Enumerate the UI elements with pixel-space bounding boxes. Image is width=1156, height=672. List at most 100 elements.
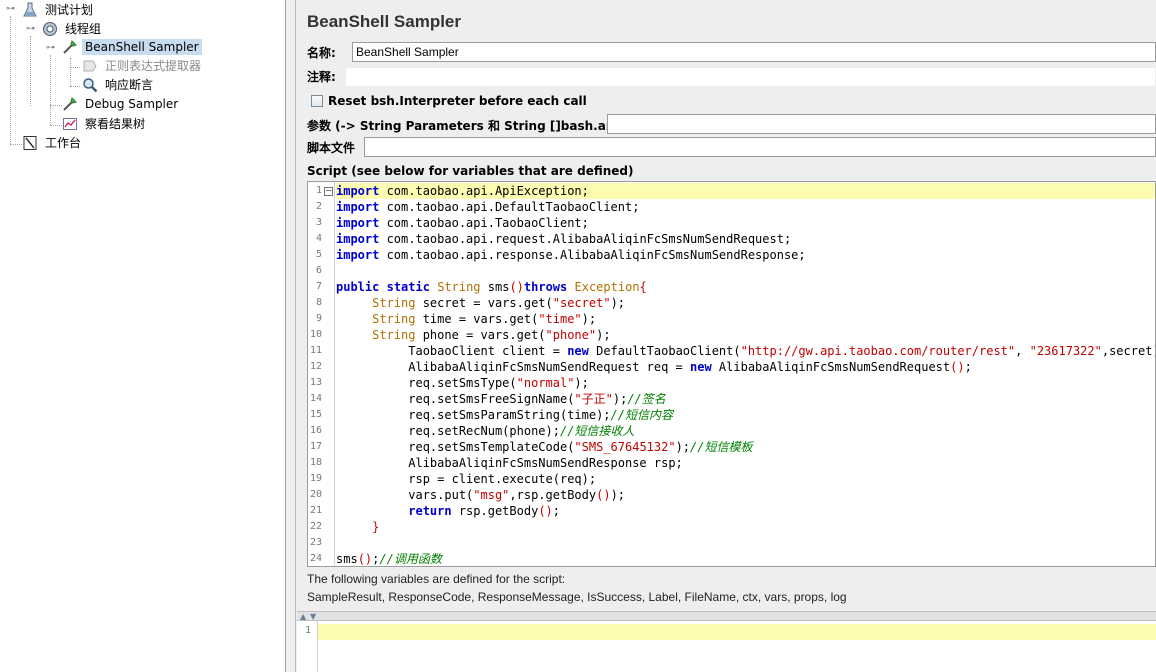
reset-interpreter-label: Reset bsh.Interpreter before each call <box>328 94 587 108</box>
code-token: import <box>336 248 380 262</box>
script-file-label: 脚本文件 <box>307 140 356 155</box>
code-token: AlibabaAliqinFcSmsNumSendRequest req = <box>336 360 691 374</box>
tree-item-regex-extractor[interactable]: 正则表达式提取器 <box>82 57 204 75</box>
line-number-gutter: 1−2 3 4 5 6 7 8 9 10 11 12 13 14 15 16 17 18 19 20 21 22 23 24 <box>308 182 335 566</box>
collapse-up-icon[interactable]: ▲ <box>300 612 306 621</box>
code-token: ); <box>596 328 611 342</box>
comment-row: 注释: <box>307 65 336 87</box>
line-number: 3 <box>315 217 322 228</box>
tree-item-label: BeanShell Sampler <box>82 39 202 55</box>
tree-item-beanshell-sampler[interactable]: BeanShell Sampler <box>62 38 202 56</box>
tree-item-test-plan[interactable]: 测试计划 <box>22 1 96 19</box>
current-line-highlight <box>318 624 1156 640</box>
line-number: 8 <box>315 297 322 308</box>
name-input[interactable]: BeanShell Sampler <box>352 42 1156 62</box>
line-number: 4 <box>315 233 322 244</box>
code-token: req.setSmsTemplateCode( <box>336 440 575 454</box>
code-token: ); <box>675 440 691 454</box>
name-label: 名称: <box>307 45 336 60</box>
code-token: AlibabaAliqinFcSmsNumSendRequest <box>711 360 951 374</box>
code-token: "23617322" <box>1029 344 1102 358</box>
code-line: req.setSmsType("normal"); <box>336 375 1155 391</box>
line-number: 18 <box>309 457 322 468</box>
code-line: return rsp.getBody(); <box>336 503 1155 519</box>
tree-connector <box>10 144 22 145</box>
expand-toggle-icon[interactable]: ⊶ <box>46 44 55 53</box>
code-token: AlibabaAliqinFcSmsNumSendResponse rsp; <box>336 456 683 470</box>
expand-toggle-icon[interactable]: ⊶ <box>6 5 15 14</box>
code-line: String phone = vars.get("phone"); <box>336 327 1155 343</box>
tree-item-workbench[interactable]: 工作台 <box>22 134 84 152</box>
code-line: String secret = vars.get("secret"); <box>336 295 1155 311</box>
code-token: String <box>372 312 416 326</box>
test-plan-tree[interactable]: ⊶ ⊶ ⊶ 测试计划 线程组 BeanShell Sampler 正则表达式提取… <box>0 0 286 672</box>
code-token: throws <box>523 280 568 294</box>
code-token: time = vars.get( <box>415 312 539 326</box>
parameters-input[interactable] <box>607 114 1156 134</box>
comment-input[interactable] <box>345 67 1156 87</box>
code-token: DefaultTaobaoClient( <box>588 344 741 358</box>
comment-label: 注释: <box>307 69 336 84</box>
tree-item-label: 线程组 <box>65 22 102 36</box>
code-token: ); <box>610 296 626 310</box>
page-title: BeanShell Sampler <box>307 12 462 31</box>
line-number: 20 <box>309 489 322 500</box>
code-line: import com.taobao.api.response.AlibabaAl… <box>336 247 1155 263</box>
parameters-label: 参数 (-> String Parameters 和 String []bash… <box>307 118 633 133</box>
code-token: ,rsp.getBody <box>509 488 597 502</box>
tree-item-response-assertion[interactable]: 响应断言 <box>82 76 156 94</box>
code-token: ; <box>964 360 972 374</box>
tree-connector <box>10 16 11 144</box>
tree-item-view-results-tree[interactable]: 察看结果树 <box>62 115 148 133</box>
code-line: import com.taobao.api.TaobaoClient; <box>336 215 1155 231</box>
tree-item-debug-sampler[interactable]: Debug Sampler <box>62 95 181 113</box>
reset-interpreter-checkbox[interactable] <box>311 95 323 107</box>
line-number: 5 <box>315 249 322 260</box>
script-editor[interactable]: 1−2 3 4 5 6 7 8 9 10 11 12 13 14 15 16 17 18 19 20 21 22 23 24… <box>307 181 1156 567</box>
code-line: import com.taobao.api.ApiException; <box>336 183 1155 199</box>
reset-interpreter-row[interactable]: Reset bsh.Interpreter before each call <box>311 90 587 112</box>
pane-splitter[interactable] <box>286 0 296 672</box>
line-number: 12 <box>309 361 322 372</box>
code-line: req.setSmsFreeSignName("子正");//签名 <box>336 391 1155 407</box>
sampler-icon <box>62 39 78 55</box>
code-token: "normal" <box>516 376 575 390</box>
code-token: ,secret); <box>1101 344 1155 358</box>
tree-item-thread-group[interactable]: 线程组 <box>42 20 104 38</box>
script-file-row: 脚本文件 <box>307 136 355 158</box>
code-token: com.taobao.api.DefaultTaobaoClient; <box>379 200 640 214</box>
code-token: Exception <box>574 280 640 294</box>
line-number: 1 <box>304 625 311 636</box>
split-divider[interactable]: ▲ ▼ <box>297 611 1156 621</box>
output-editor[interactable]: 1 <box>297 621 1156 672</box>
code-token: String <box>437 280 481 294</box>
line-number-gutter: 1 <box>297 621 318 672</box>
code-token: ; <box>552 504 560 518</box>
code-line: String time = vars.get("time"); <box>336 311 1155 327</box>
line-number: 2 <box>315 201 322 212</box>
code-token: "phone" <box>545 328 597 342</box>
code-token: import <box>336 232 380 246</box>
fold-toggle-icon[interactable]: − <box>324 187 333 196</box>
script-file-input[interactable] <box>364 137 1156 157</box>
collapse-down-icon[interactable]: ▼ <box>310 612 316 621</box>
tree-item-label: 正则表达式提取器 <box>105 59 202 73</box>
line-number: 6 <box>315 265 322 276</box>
line-number: 24 <box>309 553 322 564</box>
tree-item-label: 响应断言 <box>105 78 154 92</box>
expand-toggle-icon[interactable]: ⊶ <box>26 25 35 34</box>
line-number: 13 <box>309 377 322 388</box>
results-tree-icon <box>62 116 78 132</box>
tree-connector <box>30 36 31 106</box>
code-token: com.taobao.api.TaobaoClient; <box>379 216 589 230</box>
code-token: () <box>950 360 965 374</box>
code-token: "http://gw.api.taobao.com/router/rest" <box>740 344 1016 358</box>
code-token: //签名 <box>627 392 666 406</box>
code-line: req.setSmsParamString(time);//短信内容 <box>336 407 1155 423</box>
code-token: () <box>357 552 373 566</box>
